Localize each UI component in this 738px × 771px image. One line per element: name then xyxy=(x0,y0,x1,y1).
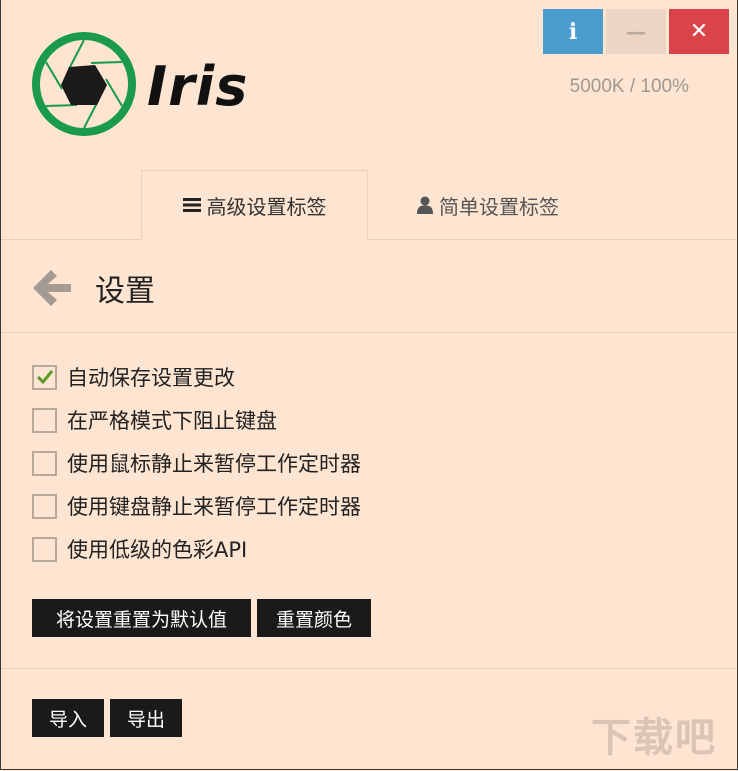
option-label: 使用鼠标静止来暂停工作定时器 xyxy=(67,452,361,476)
import-button[interactable]: 导入 xyxy=(32,699,104,737)
option-mouse-idle-pause[interactable]: 使用鼠标静止来暂停工作定时器 xyxy=(32,448,361,478)
info-button[interactable]: i xyxy=(543,9,603,54)
back-arrow-icon[interactable] xyxy=(33,270,71,306)
divider xyxy=(1,668,737,669)
checkbox-auto-save[interactable] xyxy=(32,364,57,390)
temperature-brightness-status: 5000K / 100% xyxy=(569,76,689,97)
minimize-button[interactable]: — xyxy=(606,9,666,54)
option-low-level-color-api[interactable]: 使用低级的色彩API xyxy=(32,534,247,564)
app-window: i — ✕ Iris 5000K / 100% 高级设置标签 简单设置标签 设置… xyxy=(0,0,738,770)
tab-simple-label: 简单设置标签 xyxy=(439,194,559,219)
menu-icon xyxy=(182,197,201,213)
option-strict-block-keyboard[interactable]: 在严格模式下阻止键盘 xyxy=(32,405,277,435)
watermark: 下载吧 xyxy=(591,715,717,761)
iris-logo-icon xyxy=(32,32,136,136)
user-icon xyxy=(417,196,433,214)
tab-simple-settings[interactable]: 简单设置标签 xyxy=(368,170,608,240)
divider xyxy=(1,332,737,333)
checkbox-low-level-color-api[interactable] xyxy=(32,536,57,562)
tab-advanced-label: 高级设置标签 xyxy=(206,194,327,219)
check-icon xyxy=(36,370,53,385)
checkbox-keyboard-idle-pause[interactable] xyxy=(32,493,57,519)
option-keyboard-idle-pause[interactable]: 使用键盘静止来暂停工作定时器 xyxy=(32,491,361,521)
page-title: 设置 xyxy=(95,274,155,309)
app-name: Iris xyxy=(147,55,249,118)
option-label: 使用键盘静止来暂停工作定时器 xyxy=(67,495,361,519)
close-button[interactable]: ✕ xyxy=(669,9,729,54)
checkbox-strict-block-keyboard[interactable] xyxy=(32,407,57,433)
tab-advanced-settings[interactable]: 高级设置标签 xyxy=(141,170,368,240)
checkbox-mouse-idle-pause[interactable] xyxy=(32,450,57,476)
option-auto-save[interactable]: 自动保存设置更改 xyxy=(32,362,235,392)
reset-settings-button[interactable]: 将设置重置为默认值 xyxy=(32,599,251,637)
export-button[interactable]: 导出 xyxy=(110,699,182,737)
option-label: 在严格模式下阻止键盘 xyxy=(67,409,277,433)
option-label: 使用低级的色彩API xyxy=(67,538,248,562)
reset-color-button[interactable]: 重置颜色 xyxy=(257,599,371,637)
option-label: 自动保存设置更改 xyxy=(67,366,235,390)
